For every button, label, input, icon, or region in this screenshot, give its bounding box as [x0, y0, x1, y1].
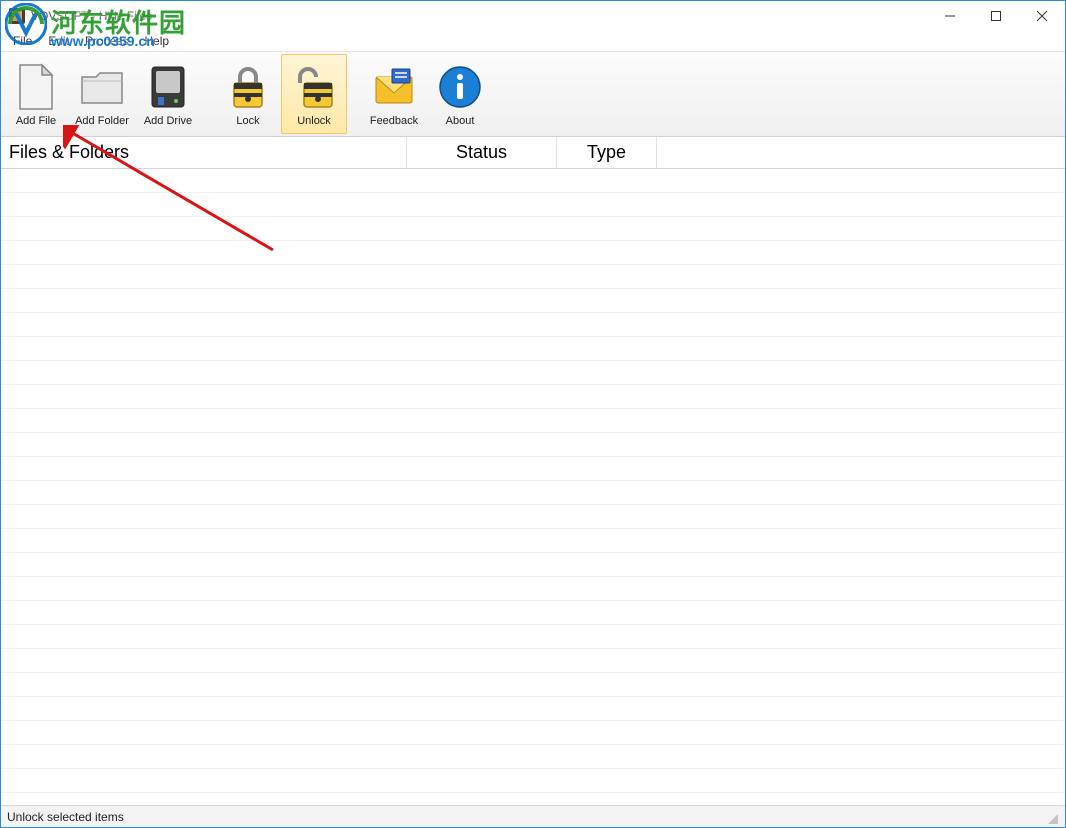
menu-help[interactable]: Help — [136, 32, 177, 50]
unlock-label: Unlock — [297, 115, 331, 127]
app-window: 河东软件园 www.pc0359.cn VOVSOFT - Hide Files… — [0, 0, 1066, 828]
minimize-button[interactable] — [927, 1, 973, 31]
feedback-label: Feedback — [370, 115, 418, 127]
file-icon — [12, 63, 60, 111]
lock-label: Lock — [236, 115, 259, 127]
window-controls — [927, 1, 1065, 31]
column-spacer — [657, 137, 1065, 168]
title-bar: VOVSOFT - Hide Files — [1, 1, 1065, 31]
app-icon — [9, 8, 25, 24]
feedback-button[interactable]: Feedback — [361, 54, 427, 134]
resize-grip-icon[interactable] — [1043, 809, 1059, 825]
close-button[interactable] — [1019, 1, 1065, 31]
add-drive-button[interactable]: Add Drive — [135, 54, 201, 134]
lock-icon — [224, 63, 272, 111]
info-icon — [436, 63, 484, 111]
menu-file[interactable]: File — [5, 32, 40, 50]
maximize-button[interactable] — [973, 1, 1019, 31]
menu-edit[interactable]: Edit — [40, 32, 77, 50]
add-file-label: Add File — [16, 115, 56, 127]
envelope-icon — [370, 63, 418, 111]
close-icon — [1036, 10, 1048, 22]
table-header: Files & Folders Status Type — [1, 137, 1065, 169]
menu-process[interactable]: Process — [77, 32, 136, 50]
add-drive-label: Add Drive — [144, 115, 192, 127]
file-list[interactable] — [1, 169, 1065, 805]
column-files[interactable]: Files & Folders — [1, 137, 407, 168]
column-status[interactable]: Status — [407, 137, 557, 168]
add-folder-label: Add Folder — [75, 115, 129, 127]
about-button[interactable]: About — [427, 54, 493, 134]
folder-icon — [78, 63, 126, 111]
status-text: Unlock selected items — [7, 810, 124, 824]
drive-icon — [144, 63, 192, 111]
lock-button[interactable]: Lock — [215, 54, 281, 134]
toolbar-separator-2 — [347, 54, 361, 134]
add-file-button[interactable]: Add File — [3, 54, 69, 134]
unlock-button[interactable]: Unlock — [281, 54, 347, 134]
toolbar: Add File Add Folder Add Drive — [1, 51, 1065, 137]
minimize-icon — [944, 10, 956, 22]
column-type[interactable]: Type — [557, 137, 657, 168]
menu-bar: File Edit Process Help — [1, 31, 1065, 51]
grid-background — [1, 169, 1065, 805]
window-title: VOVSOFT - Hide Files — [31, 9, 152, 23]
toolbar-separator — [201, 54, 215, 134]
status-bar: Unlock selected items — [1, 805, 1065, 827]
maximize-icon — [990, 10, 1002, 22]
add-folder-button[interactable]: Add Folder — [69, 54, 135, 134]
unlock-icon — [290, 63, 338, 111]
about-label: About — [446, 115, 475, 127]
